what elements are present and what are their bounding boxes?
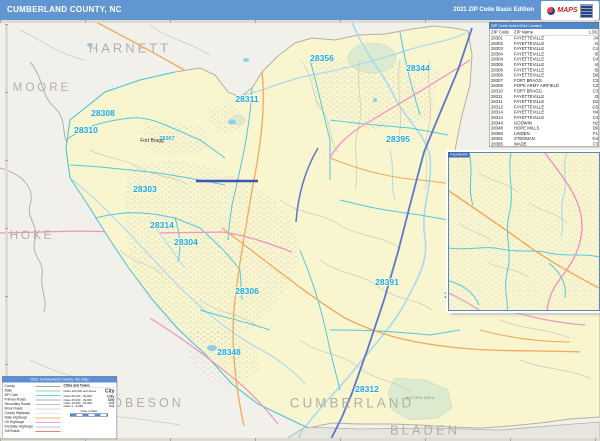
map-grid-ticks-left — [5, 24, 8, 434]
marketmaps-logo: MAPS — [541, 1, 599, 20]
col-zip-name: ZIP Name — [514, 29, 534, 35]
scale-bar-graphic — [70, 413, 108, 417]
legend-item-toll-roads: Toll Roads — [5, 429, 61, 434]
col-zip-code: ZIP Code — [491, 29, 509, 35]
zip-code-index-table: ZIP Code Index/Grid Locator ZIP Code ZIP… — [489, 22, 599, 150]
logo-brand-text: MAPS — [557, 7, 578, 14]
logo-block-icon — [579, 3, 593, 18]
page-title: CUMBERLAND COUNTY, NC — [7, 5, 122, 14]
table-row: 28395 WADE F3 — [491, 141, 598, 147]
legend-city-items: Cities 100,000 and above City Cities 50,00… — [64, 389, 115, 409]
map-legend: 2021 Cumberland County, NC Map County Sta… — [2, 376, 117, 439]
zip-table-body: 28301 FAYETTEVILLE J4 28302 FAYETTEVILLE I4 28… — [490, 36, 599, 147]
scale-bar: Scale in Miles — [64, 410, 115, 417]
col-loc: LOC — [589, 29, 598, 35]
legend-cities-header: Cities and Towns — [63, 384, 115, 388]
globe-icon — [547, 6, 556, 15]
edition-label: 2021 ZIP Code Basic Edition — [453, 7, 534, 13]
legend-line-items: County State ZIP Code Primary Roads Secondar… — [5, 384, 61, 434]
legend-city-item: Cities 1 - 9,999 City — [63, 405, 115, 408]
inset-title-tab: Fayetteville — [448, 152, 470, 158]
inset-map-fayetteville — [446, 150, 600, 313]
map-page: 28356 28344 28311 28308 28310 28307 28395 28303… — [0, 0, 600, 441]
title-bar: CUMBERLAND COUNTY, NC 2021 ZIP Code Basi… — [0, 0, 600, 20]
